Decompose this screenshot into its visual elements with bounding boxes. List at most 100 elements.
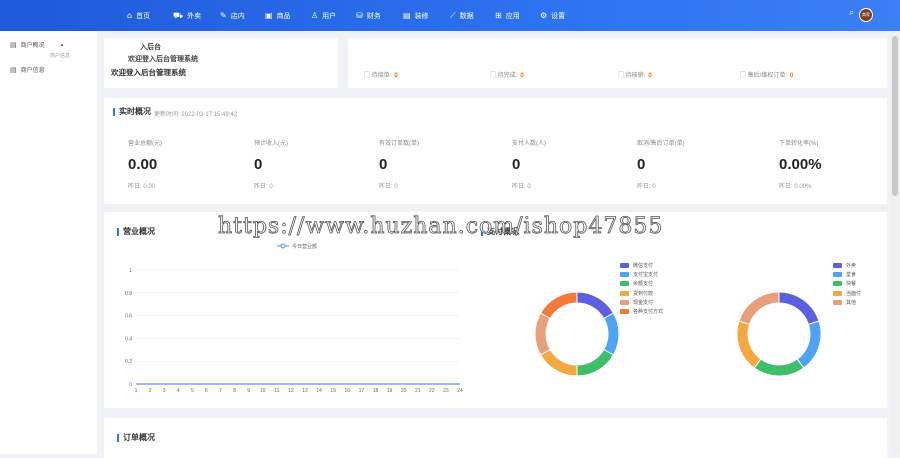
pie-slice[interactable]	[534, 312, 551, 356]
avatar[interactable]: 商家	[859, 8, 873, 22]
stat-value: 0	[512, 156, 521, 173]
nav-item-label: 首页	[136, 12, 151, 20]
stat-yesterday: 昨日: 0.00	[128, 184, 156, 190]
nav-item-9[interactable]: ⚙ 设置	[540, 0, 565, 31]
store-icon: ✎	[220, 11, 227, 20]
nav-item-3[interactable]: ▣ 商品	[265, 0, 291, 31]
legend-item[interactable]: 支付宝支付	[620, 271, 663, 278]
nav-item-1[interactable]: ⛟ 外卖	[173, 0, 201, 31]
y-tick-label: 0.4	[125, 336, 132, 342]
welcome-line: 欢迎登入后台管理系统	[128, 56, 198, 63]
x-tick-label: 10	[260, 388, 266, 394]
sidebar-item-info[interactable]: ▤ 商户信息	[10, 65, 45, 75]
legend-item[interactable]: 外卖	[833, 262, 861, 269]
nav-item-7[interactable]: ⟋ 数据	[450, 0, 474, 31]
order-overview-card: 订单概况	[104, 418, 887, 458]
stat-item: 支付人数(人) 0 昨日: 0	[512, 138, 632, 190]
legend-item[interactable]: 微信支付	[620, 262, 663, 269]
legend-swatch	[620, 281, 629, 287]
scrollbar[interactable]	[890, 31, 900, 454]
realtime-card: 实时概况 更新时间: 2022-03-17 15:49:42 营业总额(元) 0.…	[104, 98, 887, 204]
y-tick-label: 0.2	[125, 359, 132, 365]
pie-slice[interactable]	[603, 312, 620, 356]
after-sale-orders[interactable]: ▢ 售后/维权订单: 0	[740, 70, 793, 79]
legend-swatch	[620, 300, 629, 306]
pie-chart-channel	[736, 291, 822, 377]
x-tick-label: 11	[274, 388, 279, 394]
pie-slice[interactable]	[576, 348, 615, 377]
scrollbar-thumb[interactable]	[892, 36, 898, 196]
search-icon[interactable]: ⌕	[849, 8, 854, 18]
pie-slice[interactable]	[778, 291, 820, 326]
ov-value: 0	[394, 73, 398, 79]
legend-channel: 外卖堂食快餐当面付其他	[833, 262, 861, 306]
nav-item-8[interactable]: ⊞ 应用	[495, 0, 520, 31]
section-title: 实时概况	[113, 108, 151, 116]
stat-yesterday: 昨日: 0	[637, 184, 656, 190]
welcome-card: 入后台 欢迎登入后台管理系统 欢迎登入后台管理系统	[104, 38, 338, 88]
welcome-title: 欢迎登入后台管理系统	[111, 68, 186, 77]
legend-swatch	[620, 309, 629, 315]
legend-label: 今日营业额	[292, 243, 317, 250]
pie-slice[interactable]	[539, 291, 578, 320]
legend-label: 货到付款	[633, 290, 654, 297]
legend-swatch	[620, 290, 629, 296]
stat-value: 0	[379, 156, 388, 173]
stat-value: 0.00	[128, 156, 158, 173]
legend-item[interactable]: 现金支付	[620, 300, 663, 306]
legend-item[interactable]: 各种支付方式	[620, 309, 663, 315]
x-tick-label: 5	[191, 388, 194, 394]
legend-label: 余额支付	[633, 281, 654, 288]
legend-item[interactable]: 快餐	[833, 281, 861, 287]
pie-slice[interactable]	[736, 320, 762, 369]
pending-verify[interactable]: ▢ 待核销: 0	[618, 70, 652, 79]
stat-value: 0	[637, 156, 646, 173]
legend-payment: 微信支付支付宝支付余额支付货到付款现金支付各种支付方式	[620, 262, 663, 315]
legend-label: 支付宝支付	[633, 271, 659, 278]
x-tick-label: 16	[345, 388, 351, 394]
pie-slice[interactable]	[753, 358, 805, 377]
legend-swatch	[620, 262, 629, 268]
legend-swatch	[833, 271, 842, 277]
x-tick-label: 20	[401, 388, 407, 394]
nav-item-label: 设置	[551, 12, 566, 20]
pie-slice[interactable]	[539, 348, 578, 377]
stat-item: 取消/售后订单(单) 0 昨日: 0	[637, 138, 757, 190]
x-tick-label: 6	[205, 388, 208, 394]
x-tick-label: 14	[316, 388, 322, 394]
nav-item-label: 店内	[230, 12, 245, 20]
x-tick-label: 24	[457, 388, 463, 394]
stat-label: 支付人数(人)	[512, 141, 546, 147]
pie-slice[interactable]	[738, 291, 780, 326]
legend-item[interactable]: 余额支付	[620, 281, 663, 287]
legend-item[interactable]: 货到付款	[620, 290, 663, 297]
ov-label: 待完成:	[497, 73, 518, 79]
pending-complete[interactable]: ▢ 待完成: 0	[490, 70, 524, 79]
watermark: https://www.huzhan.com/ishop47855	[218, 214, 664, 240]
legend-item[interactable]: 堂食	[833, 271, 861, 278]
nav-item-label: 应用	[505, 12, 520, 20]
nav-item-2[interactable]: ✎ 店内	[220, 0, 245, 31]
nav-item-0[interactable]: ⌂ 首页	[127, 0, 150, 31]
nav-item-6[interactable]: ▤ 装修	[403, 0, 429, 31]
pie-slice[interactable]	[576, 291, 615, 320]
legend-item[interactable]: 当面付	[833, 290, 861, 297]
sidebar-item-overview[interactable]: ▤ 商户概况 ▴	[10, 40, 63, 50]
stat-label: 预计收入(元)	[254, 141, 288, 147]
legend-label: 其他	[846, 300, 857, 307]
section-title: 订单概况	[117, 434, 155, 442]
pending-accept[interactable]: ▢ 待接单: 0	[364, 70, 398, 79]
stat-item: 预计收入(元) 0 昨日: 0	[254, 138, 374, 190]
x-tick-label: 12	[288, 388, 294, 394]
ov-label: 待核销:	[625, 73, 646, 79]
nav-item-5[interactable]: ⛁ 财务	[356, 0, 381, 31]
nav-item-4[interactable]: ♙ 用户	[311, 0, 336, 31]
stat-label: 取消/售后订单(单)	[637, 141, 685, 147]
x-tick-label: 21	[415, 388, 421, 394]
legend-swatch	[833, 262, 842, 268]
sidebar-subitem[interactable]: 商户信息	[50, 52, 70, 59]
legend-item[interactable]: 其他	[833, 300, 861, 306]
pie-chart-payment	[534, 291, 620, 377]
ov-value: 0	[520, 73, 524, 79]
pie-slice[interactable]	[796, 320, 822, 369]
